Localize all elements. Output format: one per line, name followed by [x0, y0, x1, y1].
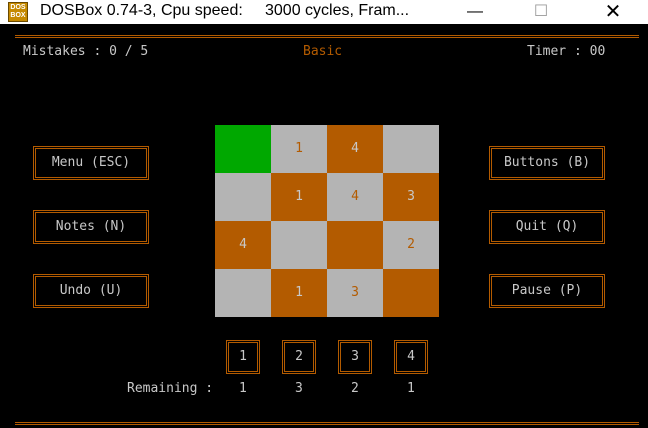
- board-cell[interactable]: 4: [215, 221, 271, 269]
- maximize-button[interactable]: ☐: [518, 0, 564, 24]
- pause-button[interactable]: Pause (P): [489, 274, 605, 308]
- timer: Timer : 00: [527, 44, 606, 59]
- board-cell[interactable]: [215, 269, 271, 317]
- undo-button[interactable]: Undo (U): [33, 274, 149, 308]
- board-cell[interactable]: [383, 269, 439, 317]
- board-cell[interactable]: 1: [271, 125, 327, 173]
- mistakes-counter: Mistakes : 0 / 5: [23, 44, 149, 59]
- remaining-label: Remaining :: [127, 381, 214, 396]
- buttons-button[interactable]: Buttons (B): [489, 146, 605, 180]
- board-cell[interactable]: [215, 125, 271, 173]
- remaining-count-1: 1: [239, 381, 247, 396]
- board-cell[interactable]: 2: [383, 221, 439, 269]
- dos-screen[interactable]: Mistakes : 0 / 5 Basic Timer : 00 Menu (…: [0, 24, 648, 428]
- minimize-button[interactable]: —: [452, 0, 498, 24]
- board-cell[interactable]: [383, 125, 439, 173]
- board-cell[interactable]: 1: [271, 269, 327, 317]
- board-cell[interactable]: [327, 221, 383, 269]
- remaining-count-4: 1: [407, 381, 415, 396]
- dosbox-icon: DOS BOX: [8, 2, 28, 22]
- board-cell[interactable]: [215, 173, 271, 221]
- board-cell[interactable]: 3: [383, 173, 439, 221]
- close-button[interactable]: ✕: [590, 0, 636, 24]
- quit-button[interactable]: Quit (Q): [489, 210, 605, 244]
- board-cell[interactable]: [271, 221, 327, 269]
- board-cell[interactable]: 4: [327, 173, 383, 221]
- number-button-2[interactable]: 2: [282, 340, 316, 374]
- notes-button[interactable]: Notes (N): [33, 210, 149, 244]
- number-button-1[interactable]: 1: [226, 340, 260, 374]
- sudoku-board: 141434213: [215, 125, 439, 317]
- board-cell[interactable]: 1: [271, 173, 327, 221]
- board-cell[interactable]: 4: [327, 125, 383, 173]
- window-titlebar: DOS BOX DOSBox 0.74-3, Cpu speed: 3000 c…: [0, 0, 648, 24]
- menu-button[interactable]: Menu (ESC): [33, 146, 149, 180]
- window-title: DOSBox 0.74-3, Cpu speed: 3000 cycles, F…: [40, 2, 410, 19]
- number-button-3[interactable]: 3: [338, 340, 372, 374]
- remaining-count-2: 3: [295, 381, 303, 396]
- board-cell[interactable]: 3: [327, 269, 383, 317]
- difficulty-label: Basic: [303, 44, 343, 59]
- remaining-count-3: 2: [351, 381, 359, 396]
- number-button-4[interactable]: 4: [394, 340, 428, 374]
